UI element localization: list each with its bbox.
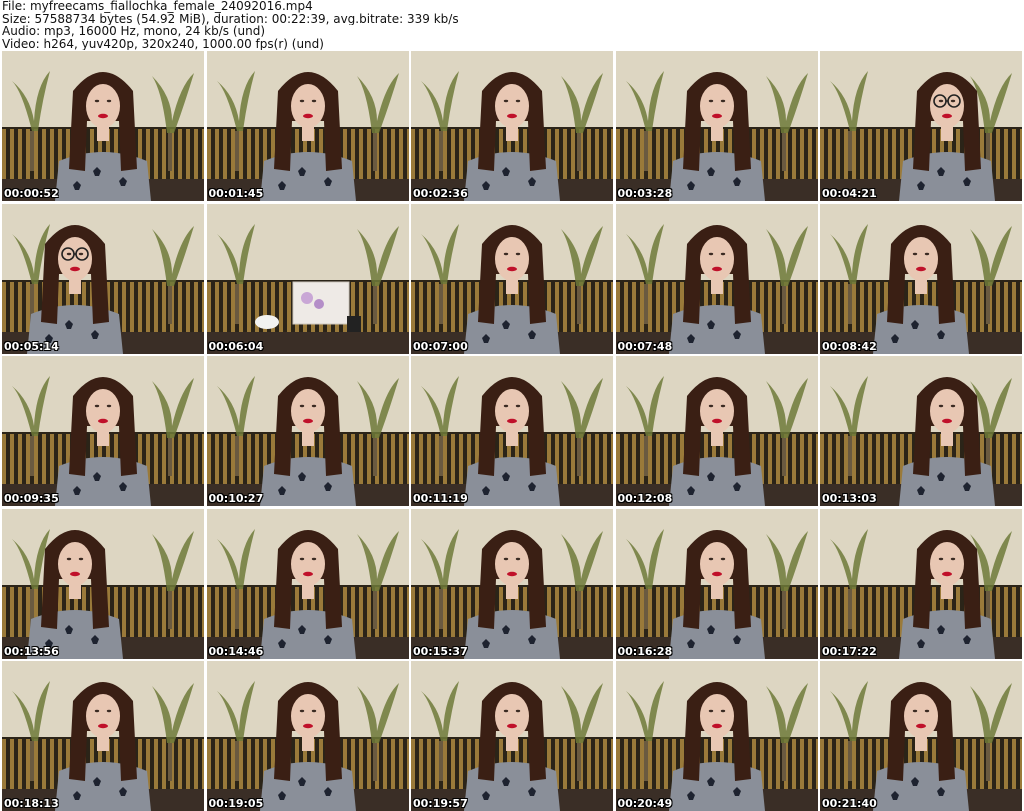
thumbnail-grid: 00:00:52 00:01:45 00:02:36 00:03:28 00:0… [2, 51, 1022, 811]
video-thumbnail: 00:04:21 [820, 51, 1022, 201]
video-thumbnail: 00:19:05 [206, 661, 409, 811]
timestamp-label: 00:20:49 [617, 797, 673, 810]
video-thumbnail: 00:06:04 [206, 203, 409, 354]
timestamp-label: 00:16:28 [617, 644, 673, 658]
timestamp-label: 00:09:35 [4, 492, 59, 505]
video-thumbnail: 00:18:13 [2, 661, 204, 811]
audio-info-line: Audio: mp3, 16000 Hz, mono, 24 kb/s (und… [2, 25, 266, 38]
video-thumbnail: 00:15:37 [411, 508, 613, 659]
video-thumbnail: 00:13:03 [820, 356, 1022, 506]
timestamp-label: 00:01:45 [208, 187, 264, 200]
timestamp-label: 00:21:40 [822, 797, 877, 810]
timestamp-label: 00:13:03 [822, 492, 877, 505]
file-size-line: Size: 57588734 bytes (54.92 MiB), durati… [2, 12, 459, 25]
timestamp-label: 00:19:57 [413, 797, 468, 810]
timestamp-label: 00:11:19 [413, 492, 468, 505]
timestamp-label: 00:00:52 [4, 187, 59, 200]
timestamp-label: 00:10:27 [208, 492, 264, 505]
video-thumbnail: 00:02:36 [411, 51, 613, 201]
video-thumbnail: 00:05:14 [2, 203, 204, 354]
timestamp-label: 00:02:36 [413, 187, 468, 200]
video-thumbnail: 00:07:48 [615, 203, 818, 354]
timestamp-label: 00:14:46 [208, 644, 264, 658]
video-info-line: Video: h264, yuv420p, 320x240, 1000.00 f… [2, 37, 324, 50]
video-thumbnail: 00:03:28 [615, 51, 818, 201]
video-thumbnail: 00:16:28 [615, 508, 818, 659]
timestamp-label: 00:07:48 [617, 339, 673, 353]
timestamp-label: 00:13:56 [4, 644, 59, 658]
timestamp-label: 00:17:22 [822, 644, 877, 658]
file-info-header: File: myfreecams_fiallochka_female_24092… [2, 0, 1022, 50]
video-thumbnail: 00:10:27 [206, 356, 409, 506]
video-thumbnail: 00:14:46 [206, 508, 409, 659]
video-thumbnail: 00:21:40 [820, 661, 1022, 811]
timestamp-label: 00:05:14 [4, 339, 59, 353]
timestamp-label: 00:08:42 [822, 339, 877, 353]
video-thumbnail: 00:13:56 [2, 508, 204, 659]
timestamp-label: 00:12:08 [617, 492, 673, 505]
video-thumbnail: 00:19:57 [411, 661, 613, 811]
video-thumbnail: 00:20:49 [615, 661, 818, 811]
video-thumbnail: 00:09:35 [2, 356, 204, 506]
video-thumbnail: 00:07:00 [411, 203, 613, 354]
timestamp-label: 00:18:13 [4, 797, 59, 810]
video-thumbnail: 00:01:45 [206, 51, 409, 201]
video-thumbnail: 00:00:52 [2, 51, 204, 201]
timestamp-label: 00:04:21 [822, 187, 877, 200]
video-thumbnail: 00:17:22 [820, 508, 1022, 659]
file-name-line: File: myfreecams_fiallochka_female_24092… [2, 0, 313, 13]
timestamp-label: 00:06:04 [208, 339, 264, 353]
video-thumbnail: 00:11:19 [411, 356, 613, 506]
timestamp-label: 00:15:37 [413, 644, 468, 658]
timestamp-label: 00:19:05 [208, 797, 264, 810]
video-thumbnail: 00:12:08 [615, 356, 818, 506]
timestamp-label: 00:07:00 [413, 339, 468, 353]
timestamp-label: 00:03:28 [617, 187, 673, 200]
video-thumbnail: 00:08:42 [820, 203, 1022, 354]
